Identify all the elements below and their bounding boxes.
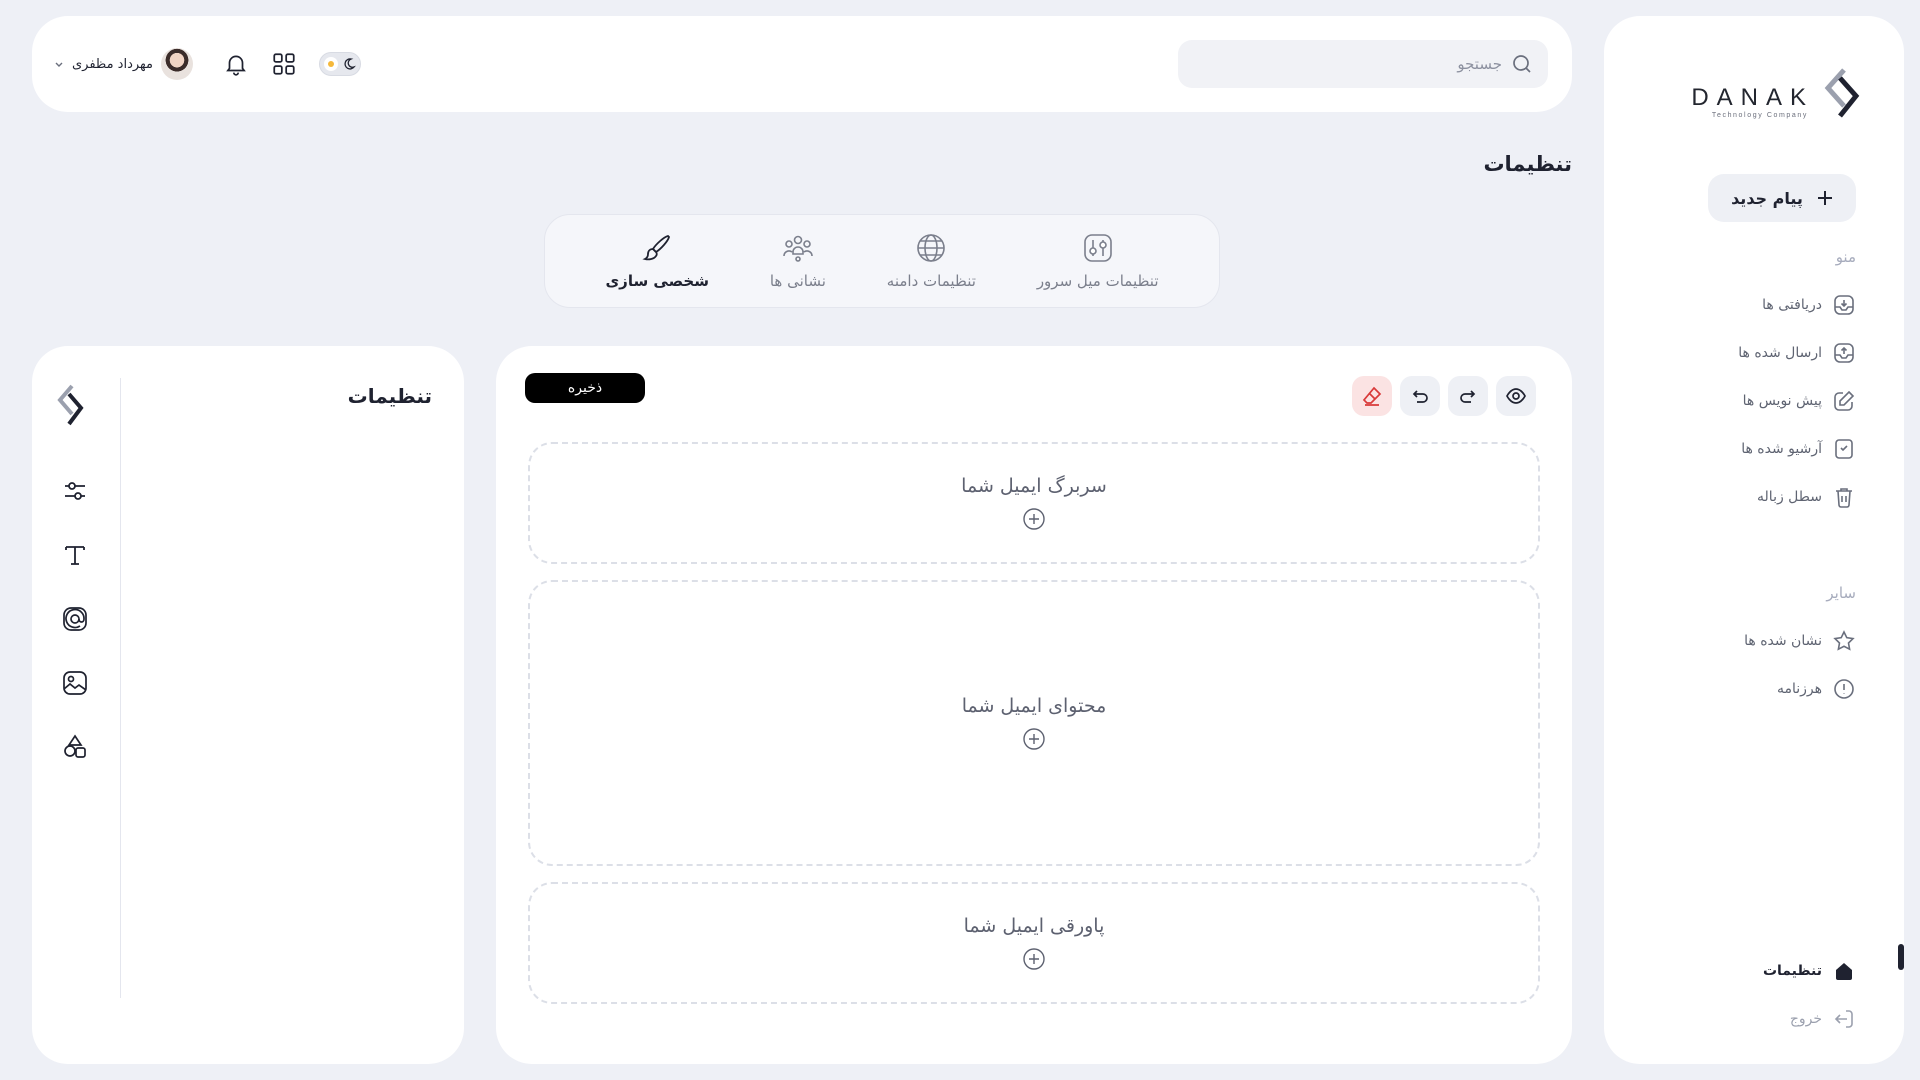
tab-personalization[interactable]: شخصی سازی (605, 232, 709, 290)
spam-alert-icon (1834, 679, 1854, 699)
star-icon (1833, 630, 1855, 651)
trash-icon (1836, 488, 1852, 508)
sidebar-item-starred[interactable]: نشان شده ها (1744, 624, 1856, 658)
tab-addresses[interactable]: نشانی ها (770, 232, 826, 290)
add-circle-icon[interactable] (1022, 947, 1046, 971)
user-menu[interactable]: مهرداد مظفری (54, 48, 194, 80)
logout-icon (1834, 1010, 1853, 1028)
chevron-down-icon (55, 62, 63, 67)
editor-toolbar (1352, 376, 1536, 416)
tab-label: نشانی ها (769, 272, 826, 290)
text-icon[interactable] (60, 540, 90, 570)
email-header-label: سربرگ ایمیل شما (961, 475, 1107, 497)
tab-domain-settings[interactable]: تنظیمات دامنه (887, 232, 976, 290)
logo-text: DANAK (1691, 84, 1814, 111)
settings-panel-title: تنظیمات (347, 384, 432, 408)
moon-icon (344, 58, 356, 70)
header-actions: مهرداد مظفری (54, 48, 362, 80)
brush-icon (642, 235, 671, 261)
sidebar-item-label: سطل زباله (1757, 489, 1822, 505)
save-button[interactable]: ذخیره (525, 373, 645, 403)
sent-icon (1834, 343, 1854, 363)
sidebar-item-label: دریافتی ها (1762, 297, 1822, 313)
sidebar: DANAK Technology Company پیام جدید منو د… (1604, 16, 1904, 1064)
server-settings-icon (1083, 234, 1112, 262)
add-circle-icon[interactable] (1022, 727, 1046, 751)
draft-edit-icon (1834, 390, 1855, 411)
search-input[interactable] (1192, 55, 1502, 73)
sidebar-item-logout[interactable]: خروج (1790, 1002, 1856, 1036)
tab-label: شخصی سازی (605, 272, 709, 290)
search-box[interactable] (1178, 40, 1548, 88)
email-content-zone[interactable]: محتوای ایمیل شما (528, 580, 1540, 866)
home-settings-icon (1836, 963, 1852, 980)
other-section-label: سایر (1826, 584, 1856, 602)
inbox-icon (1834, 295, 1854, 315)
undo-button[interactable] (1400, 376, 1440, 416)
logo-subtext: Technology Company (1711, 112, 1808, 119)
sidebar-item-label: ارسال شده ها (1738, 345, 1822, 361)
email-template-editor: ذخیره سربرگ ایمیل شما محتوای ایمیل شما پ… (496, 346, 1572, 1064)
eraser-icon (1362, 386, 1382, 406)
sun-icon (324, 57, 339, 71)
redo-button[interactable] (1448, 376, 1488, 416)
theme-toggle[interactable] (319, 52, 362, 76)
email-header-zone[interactable]: سربرگ ایمیل شما (528, 442, 1540, 564)
settings-tabs: تنظیمات میل سرور تنظیمات دامنه نشانی ها … (544, 214, 1220, 308)
preview-button[interactable] (1496, 376, 1536, 416)
archive-icon (1835, 439, 1853, 459)
at-sign-icon[interactable] (60, 604, 90, 634)
sidebar-item-trash[interactable]: سطل زباله (1757, 480, 1856, 514)
redo-icon (1460, 390, 1476, 403)
new-message-label: پیام جدید (1731, 188, 1803, 208)
sidebar-item-spam[interactable]: هرزنامه (1777, 672, 1856, 706)
image-icon[interactable] (60, 668, 90, 698)
logo: DANAK Technology Company (1691, 64, 1868, 136)
sliders-icon[interactable] (60, 476, 90, 506)
divider (120, 378, 121, 998)
tab-label: تنظیمات دامنه (886, 272, 976, 290)
new-message-button[interactable]: پیام جدید (1708, 174, 1856, 222)
sidebar-item-label: خروج (1789, 1011, 1822, 1027)
settings-panel: تنظیمات (32, 346, 464, 1064)
tab-mail-server[interactable]: تنظیمات میل سرور (1037, 232, 1159, 290)
page-title: تنظیمات (1483, 152, 1572, 176)
add-circle-icon[interactable] (1022, 507, 1046, 531)
sidebar-item-label: تنظیمات (1762, 963, 1822, 979)
sidebar-item-drafts[interactable]: پیش نویس ها (1743, 384, 1856, 418)
sidebar-item-sent[interactable]: ارسال شده ها (1738, 336, 1856, 370)
sidebar-item-label: پیش نویس ها (1742, 393, 1822, 409)
sidebar-item-label: آرشیو شده ها (1741, 441, 1822, 457)
header: مهرداد مظفری (32, 16, 1572, 112)
collapse-chevron-icon[interactable] (54, 382, 94, 432)
shapes-icon[interactable] (60, 732, 90, 762)
tab-label: تنظیمات میل سرور (1036, 272, 1159, 290)
sidebar-item-inbox[interactable]: دریافتی ها (1762, 288, 1856, 322)
email-footer-zone[interactable]: پاورقی ایمیل شما (528, 882, 1540, 1004)
sidebar-item-archived[interactable]: آرشیو شده ها (1741, 432, 1856, 466)
plus-icon (1817, 191, 1832, 205)
menu-section-label: منو (1835, 248, 1856, 266)
bell-icon[interactable] (223, 51, 249, 77)
search-icon (1513, 55, 1531, 73)
clear-button[interactable] (1352, 376, 1392, 416)
globe-icon (917, 234, 946, 262)
apps-grid-icon[interactable] (271, 51, 297, 77)
user-name: مهرداد مظفری (72, 56, 154, 72)
sidebar-item-settings[interactable]: تنظیمات (1763, 954, 1856, 988)
sidebar-item-label: هرزنامه (1776, 681, 1822, 697)
avatar (161, 48, 194, 80)
active-item-indicator (1898, 944, 1904, 970)
logo-chevron-icon (1824, 68, 1860, 118)
eye-icon (1506, 388, 1526, 404)
email-footer-label: پاورقی ایمیل شما (963, 915, 1105, 937)
email-content-label: محتوای ایمیل شما (961, 695, 1107, 717)
sidebar-item-label: نشان شده ها (1744, 633, 1822, 649)
people-icon (783, 235, 813, 262)
undo-icon (1412, 390, 1428, 403)
